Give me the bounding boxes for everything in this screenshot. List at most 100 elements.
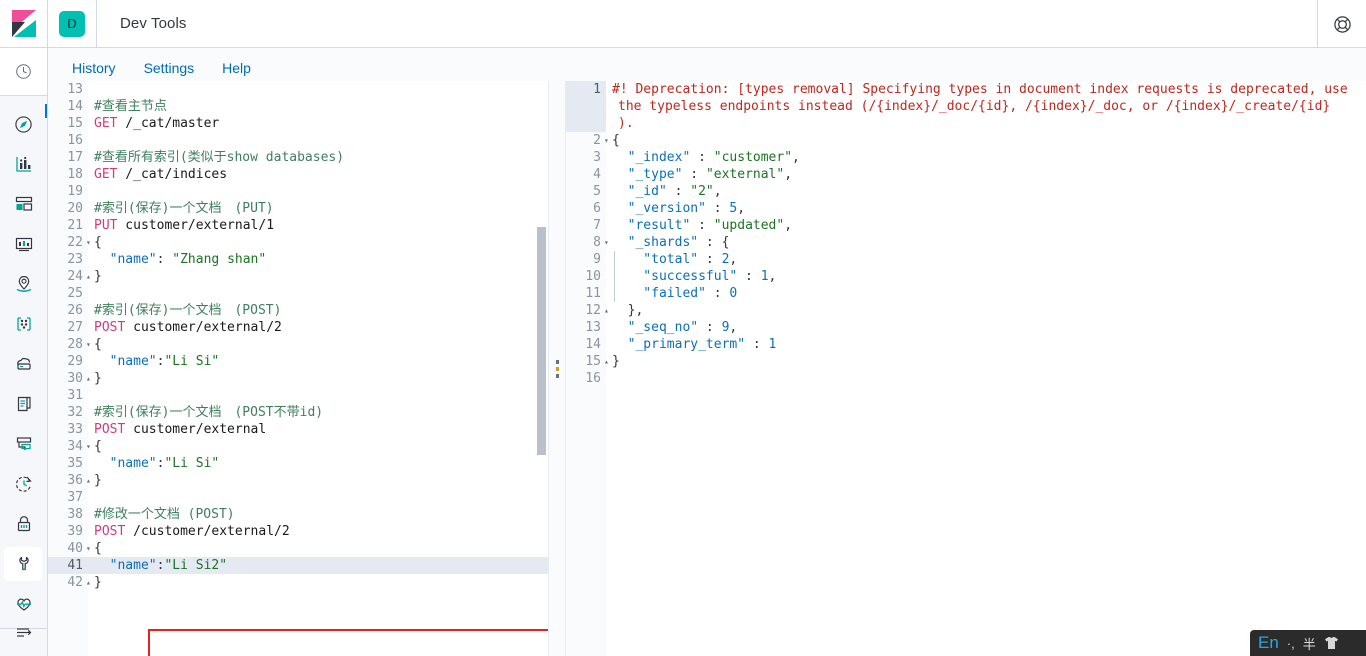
- code-token-punc: : {: [698, 235, 730, 250]
- global-header: D Dev Tools: [0, 0, 1366, 48]
- request-editor[interactable]: 13 14 15 16 17 18 19 20 21 22 ▾ 23 24 ▴ 25 26 27 28 ▾ 29 30 ▴…: [48, 81, 548, 656]
- response-line: "_version" : 5,: [606, 200, 1366, 217]
- response-line: }: [606, 353, 1366, 370]
- editor-line: "name":"Li Si": [88, 455, 548, 472]
- editor-gutter-line: 20: [67, 201, 83, 216]
- editor-gutter-line: 38: [67, 507, 83, 522]
- ime-status-bar[interactable]: En ·, 半: [1250, 630, 1366, 656]
- response-line: "_id" : "2",: [606, 183, 1366, 200]
- editor-gutter-line: 32: [67, 405, 83, 420]
- editor-code-lines[interactable]: #查看主节点 GET /_cat/master #查看所有索引(类似于show d…: [88, 81, 548, 656]
- kibana-home-link[interactable]: [0, 0, 48, 48]
- code-token-method: GET: [94, 116, 118, 131]
- sidebar-item-visualize[interactable]: [0, 144, 47, 184]
- ml-nodes-icon: [16, 317, 31, 331]
- response-scrollbar[interactable]: [1356, 81, 1365, 656]
- ime-width-toggle[interactable]: 半: [1303, 634, 1316, 653]
- code-token-punc: :: [666, 184, 691, 199]
- pane-resize-handle[interactable]: [548, 81, 566, 656]
- editor-line: POST customer/external: [88, 421, 548, 438]
- editor-gutter-line: 33: [67, 422, 83, 437]
- code-token-punc: ,: [737, 201, 746, 216]
- code-token-url: customer/external/1: [117, 218, 275, 233]
- response-gutter-line: 10: [585, 269, 601, 284]
- sidebar-item-dashboard[interactable]: [0, 184, 47, 224]
- code-token-key: "_primary_term": [612, 337, 746, 352]
- kibana-dev-tools-app: D Dev Tools History Settings Help 13 14 …: [0, 0, 1366, 656]
- menu-item-help[interactable]: Help: [214, 56, 259, 80]
- code-token-punc: :: [737, 269, 761, 284]
- code-token-punc: {: [612, 133, 620, 148]
- primary-nav-rail: [0, 48, 48, 656]
- sidebar-item-discover[interactable]: [0, 104, 47, 144]
- editor-gutter-line: 19: [67, 184, 83, 199]
- sidebar-item-collapse-nav[interactable]: [0, 614, 47, 650]
- code-token-key: "_version": [612, 201, 706, 216]
- sidebar-item-infrastructure[interactable]: [0, 344, 47, 384]
- sidebar-item-recently-viewed[interactable]: [0, 48, 47, 96]
- sidebar-item-machine-learning[interactable]: [0, 304, 47, 344]
- ime-language-indicator[interactable]: En: [1258, 633, 1279, 653]
- code-token-key: "name": [94, 252, 157, 267]
- editor-gutter-line: 22 ▾: [48, 234, 90, 251]
- apm-icon: [16, 437, 31, 450]
- response-line: "_type" : "external",: [606, 166, 1366, 183]
- response-line: ).: [606, 115, 1366, 132]
- editor-gutter-line: 14: [67, 99, 83, 114]
- code-token-punc: }: [94, 269, 102, 284]
- menu-item-history[interactable]: History: [64, 56, 124, 80]
- shirt-skin-icon[interactable]: [1324, 636, 1339, 650]
- sidebar-item-logs[interactable]: [0, 384, 47, 424]
- response-code-lines: #! Deprecation: [types removal] Specifyi…: [606, 81, 1366, 656]
- code-token-punc: :: [745, 337, 769, 352]
- response-gutter-line: 15 ▴: [566, 353, 608, 370]
- response-gutter-line: 8 ▾: [566, 234, 609, 251]
- code-token-comment: #索引(保存)一个文档 (PUT): [94, 201, 274, 216]
- code-token-punc: }: [94, 473, 102, 488]
- editor-line: #索引(保存)一个文档 (POST): [88, 302, 548, 319]
- bar-chart-icon: [15, 156, 31, 172]
- code-token-punc: }: [612, 354, 620, 369]
- code-token-str: "external": [705, 167, 785, 182]
- code-token-punc: :: [698, 252, 722, 267]
- editor-scrollbar[interactable]: [537, 81, 546, 656]
- kibana-logo: [11, 9, 36, 37]
- editor-gutter-line: 13: [67, 82, 83, 97]
- editor-gutter-line: 35: [67, 456, 83, 471]
- sidebar-item-dev-tools[interactable]: [0, 544, 47, 584]
- code-token-punc: :: [705, 286, 730, 301]
- sidebar-item-maps[interactable]: [0, 264, 47, 304]
- response-viewer[interactable]: 1 2 ▾ 3 4 5 6 7 8 ▾ 9 10 11 12 ▴ 13 14 15 ▴ 16 #! Deprecati…: [566, 81, 1366, 656]
- sidebar-item-canvas[interactable]: [0, 224, 47, 264]
- dashboard-panels-icon: [15, 196, 32, 211]
- code-token-method: POST: [94, 320, 126, 335]
- clock-icon: [16, 64, 31, 79]
- code-token-warn: the typeless endpoints instead (/{index}…: [618, 99, 1331, 114]
- response-gutter-line: 6: [593, 201, 601, 216]
- help-menu-button[interactable]: [1317, 0, 1366, 48]
- arrow-right-collapse-icon: [16, 628, 31, 637]
- code-token-punc: ,: [784, 218, 793, 233]
- editor-scrollbar-thumb[interactable]: [537, 227, 546, 455]
- editor-gutter-line: 40 ▾: [48, 540, 90, 557]
- menu-item-settings[interactable]: Settings: [136, 56, 203, 80]
- response-gutter-line: 14: [585, 337, 601, 352]
- editor-line: }: [88, 472, 548, 489]
- response-line: "_shards" : {: [606, 234, 1366, 251]
- response-line: "successful" : 1,: [606, 268, 1366, 285]
- sidebar-item-siem[interactable]: [0, 504, 47, 544]
- editor-gutter-line: 37: [67, 490, 83, 505]
- code-token-punc: ,: [729, 252, 738, 267]
- editor-line: {: [88, 336, 548, 353]
- code-token-str: "Li Si": [164, 354, 220, 369]
- editor-line: POST customer/external/2: [88, 319, 548, 336]
- sidebar-item-apm[interactable]: [0, 424, 47, 464]
- editor-line: {: [88, 540, 548, 557]
- ime-punctuation-toggle[interactable]: ·,: [1287, 636, 1295, 651]
- response-gutter-line: 2 ▾: [566, 132, 609, 149]
- response-line: #! Deprecation: [types removal] Specifyi…: [606, 81, 1366, 98]
- response-gutter-line: 12 ▴: [566, 302, 608, 319]
- sidebar-item-uptime[interactable]: [0, 464, 47, 504]
